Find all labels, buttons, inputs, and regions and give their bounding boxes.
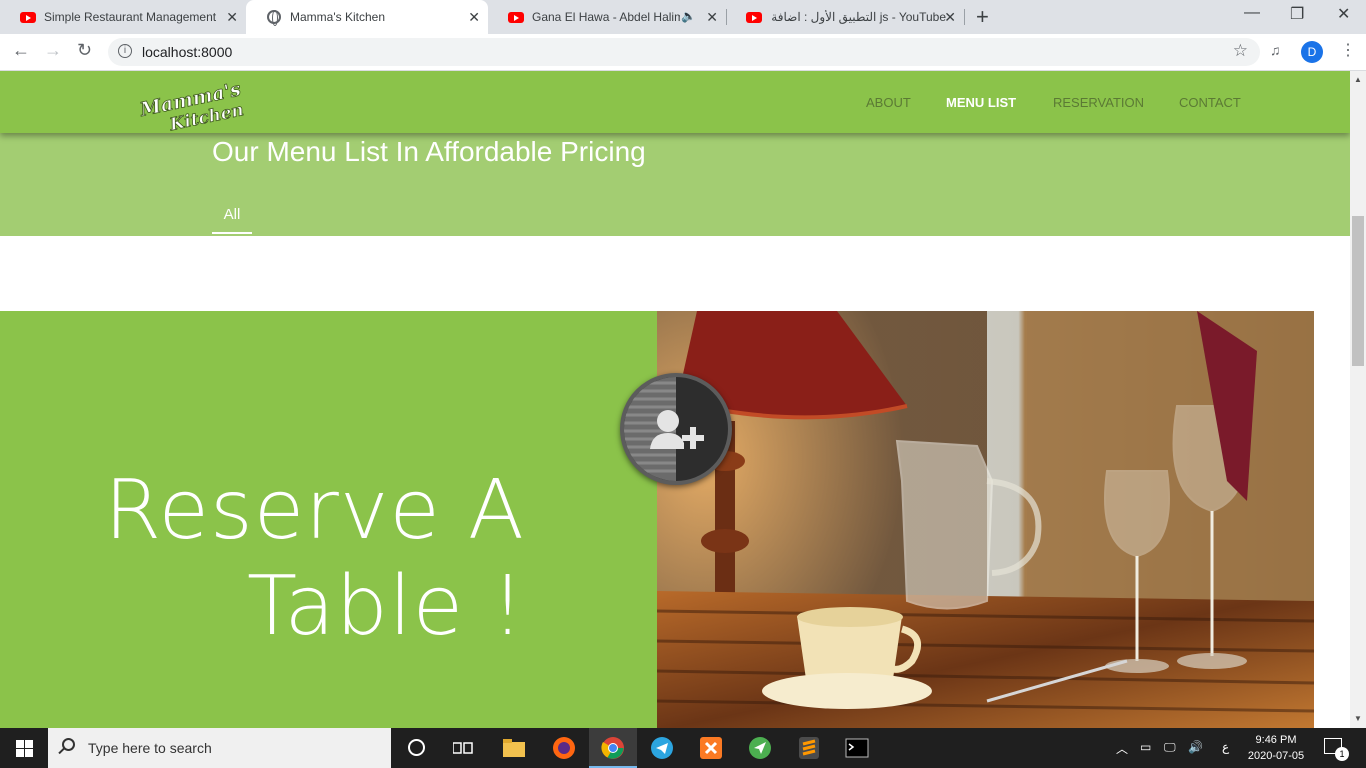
filter-all-tab[interactable]: All [212, 205, 252, 234]
telegram-icon[interactable] [650, 736, 674, 760]
close-tab-icon[interactable]: ✕ [226, 9, 238, 26]
tab-title: js - YouTube التطبيق الأول : اضافة [771, 10, 946, 24]
battery-icon[interactable]: ▭ [1140, 740, 1151, 754]
bookmark-star-icon[interactable]: ☆ [1233, 41, 1248, 61]
page-scrollbar[interactable]: ▲ ▼ [1350, 71, 1366, 728]
menu-heading: Our Menu List In Affordable Pricing [212, 136, 646, 167]
page-viewport: Mamma's Kitchen ABOUT MENU LIST RESERVAT… [0, 71, 1350, 728]
windows-taskbar: Type here to search ︿ ▭ 🖵 🔊 ع 9:46 PM 20… [0, 728, 1366, 768]
restaurant-table-image [657, 311, 1314, 728]
file-explorer-icon[interactable] [502, 736, 526, 760]
tab-title: Mamma's Kitchen [290, 10, 385, 24]
info-icon[interactable]: i [118, 44, 132, 58]
scrollbar-thumb[interactable] [1352, 216, 1364, 366]
notification-count: 1 [1335, 747, 1349, 761]
nav-reservation[interactable]: RESERVATION [1053, 95, 1144, 110]
windows-start-icon[interactable] [16, 740, 33, 757]
restore-icon[interactable]: ❐ [1290, 4, 1304, 24]
more-menu-icon[interactable]: ⋮ [1340, 40, 1356, 60]
tab-title: Gana El Hawa - Abdel Halim [532, 10, 680, 24]
address-bar[interactable]: i localhost:8000 ☆ [108, 38, 1260, 66]
taskbar-clock[interactable]: 9:46 PM 2020-07-05 [1242, 732, 1310, 764]
volume-icon[interactable]: 🔊 [1188, 740, 1203, 754]
minimize-icon[interactable]: — [1244, 4, 1260, 22]
command-prompt-icon[interactable] [845, 736, 869, 760]
show-hidden-icons[interactable]: ︿ [1116, 740, 1128, 757]
reserve-panel: Reserve A Table ! [0, 311, 657, 728]
network-icon[interactable]: 🖵 [1164, 740, 1176, 755]
scroll-up-icon[interactable]: ▲ [1354, 75, 1362, 84]
tab-title: Simple Restaurant Management [44, 10, 216, 24]
clock-time: 9:46 PM [1255, 734, 1297, 746]
media-control-icon[interactable]: ♫ [1270, 42, 1281, 58]
close-window-icon[interactable]: ✕ [1337, 4, 1350, 24]
nav-menu-list[interactable]: MENU LIST [946, 95, 1016, 110]
notification-icon[interactable]: 1 [1324, 738, 1349, 761]
add-reservation-badge[interactable] [620, 373, 732, 485]
table-setting-photo [657, 311, 1314, 728]
globe-icon [266, 9, 282, 26]
close-tab-icon[interactable]: ✕ [468, 9, 480, 26]
speaker-icon[interactable]: 🔈 [681, 9, 696, 23]
reload-icon[interactable]: ↻ [77, 40, 92, 61]
add-user-icon [624, 377, 704, 481]
taskbar-search-box[interactable]: Type here to search [48, 728, 391, 768]
youtube-icon [508, 9, 524, 25]
task-view-icon[interactable] [453, 740, 473, 756]
forward-icon[interactable]: → [44, 40, 62, 61]
url-text[interactable]: localhost:8000 [142, 44, 232, 60]
nav-contact[interactable]: CONTACT [1179, 95, 1241, 110]
youtube-icon [746, 9, 762, 25]
profile-avatar[interactable]: D [1301, 41, 1323, 63]
youtube-icon [20, 9, 36, 25]
sublime-text-icon[interactable] [797, 736, 821, 760]
tab-strip: Simple Restaurant Management ✕ Mamma's K… [0, 0, 1366, 34]
close-tab-icon[interactable]: ✕ [706, 9, 718, 26]
tab-separator [964, 9, 965, 25]
close-tab-icon[interactable]: ✕ [944, 9, 956, 26]
search-icon [62, 738, 75, 751]
site-navbar: Mamma's Kitchen ABOUT MENU LIST RESERVAT… [0, 71, 1350, 133]
clock-date: 2020-07-05 [1247, 750, 1305, 762]
tab-simple-restaurant[interactable]: Simple Restaurant Management ✕ [0, 0, 246, 34]
menu-list-header: Our Menu List In Affordable Pricing All [0, 133, 1350, 236]
tab-mammas-kitchen[interactable]: Mamma's Kitchen ✕ [246, 0, 488, 34]
cortana-icon[interactable] [408, 739, 425, 756]
reserve-heading-line2: Table ! [247, 559, 525, 654]
xampp-icon[interactable] [699, 736, 723, 760]
chrome-icon [601, 737, 624, 759]
search-placeholder: Type here to search [88, 740, 212, 756]
nav-about[interactable]: ABOUT [866, 95, 911, 110]
send-app-icon[interactable] [748, 736, 772, 760]
tab-youtube-js[interactable]: js - YouTube التطبيق الأول : اضافة ✕ [726, 0, 964, 34]
new-tab-icon[interactable]: + [976, 4, 989, 30]
tab-gana-el-hawa[interactable]: Gana El Hawa - Abdel Halim 🔈 ✕ [488, 0, 726, 34]
back-icon[interactable]: ← [12, 40, 30, 61]
input-language[interactable]: ع [1222, 740, 1229, 754]
browser-toolbar: ← → ↻ i localhost:8000 ☆ ♫ D ⋮ [0, 34, 1366, 71]
scroll-down-icon[interactable]: ▼ [1354, 714, 1362, 723]
chrome-taskbar-button[interactable] [589, 728, 637, 768]
firefox-icon[interactable] [552, 736, 576, 760]
mammas-kitchen-logo[interactable]: Mamma's Kitchen [134, 75, 254, 131]
reserve-heading-line1: Reserve A [104, 463, 525, 558]
